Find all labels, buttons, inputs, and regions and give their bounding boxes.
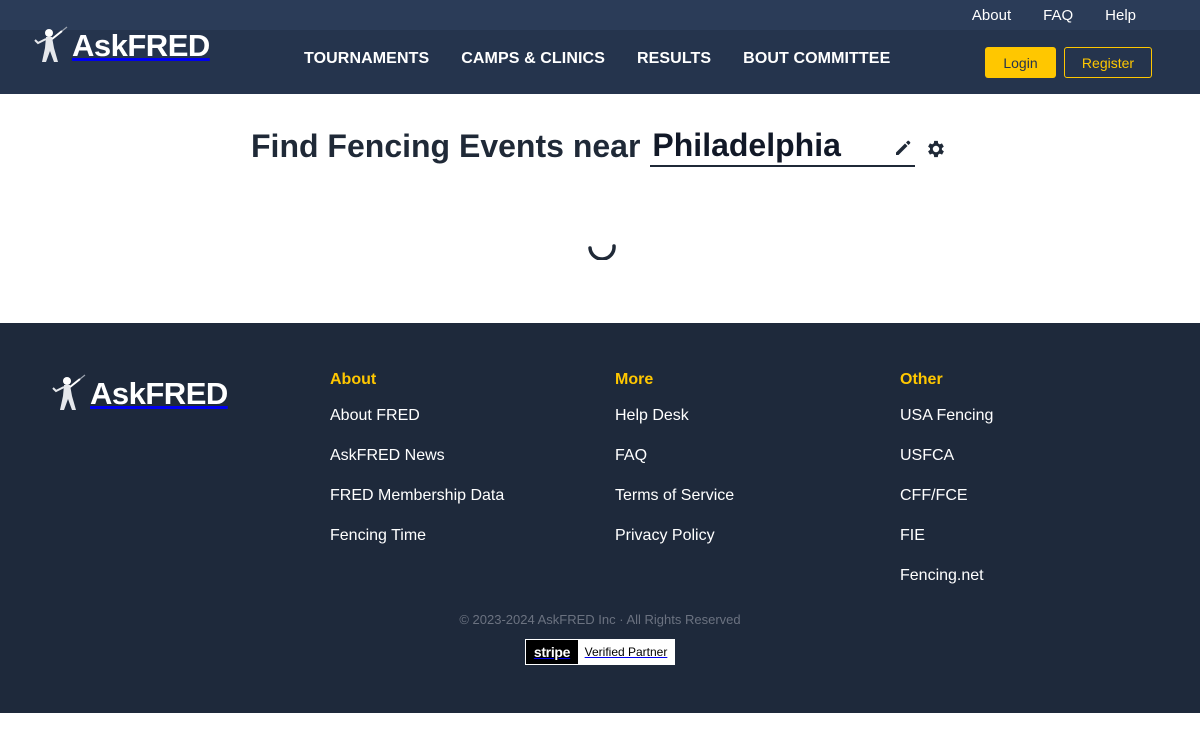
footer-heading: About (330, 371, 377, 388)
site-footer: AskFRED About About FRED AskFRED News FR… (0, 323, 1200, 713)
fencer-logo-icon (52, 374, 86, 410)
nav-tournaments[interactable]: TOURNAMENTS (304, 50, 429, 68)
login-button[interactable]: Login (985, 47, 1056, 78)
footer-link-fie[interactable]: FIE (900, 526, 993, 546)
utility-nav: About FAQ Help (972, 0, 1136, 30)
main-nav: TOURNAMENTS CAMPS & CLINICS RESULTS BOUT… (304, 50, 890, 68)
stripe-badge-label: Verified Partner (578, 640, 674, 664)
site-logo[interactable]: AskFRED (32, 26, 210, 66)
nav-camps-clinics[interactable]: CAMPS & CLINICS (461, 50, 605, 68)
util-nav-faq[interactable]: FAQ (1043, 7, 1073, 24)
nav-bout-committee[interactable]: BOUT COMMITTEE (743, 50, 890, 68)
footer-column-more: More Help Desk FAQ Terms of Service Priv… (615, 371, 734, 566)
loading-spinner-icon (588, 244, 616, 260)
footer-logo-text: AskFRED (90, 376, 228, 411)
location-field (650, 126, 916, 167)
nav-results[interactable]: RESULTS (637, 50, 711, 68)
footer-heading: Other (900, 371, 943, 388)
location-input[interactable] (652, 126, 883, 164)
footer-link-fencing-net[interactable]: Fencing.net (900, 566, 993, 586)
footer-link-askfred-news[interactable]: AskFRED News (330, 446, 504, 466)
footer-link-fencing-time[interactable]: Fencing Time (330, 526, 504, 546)
footer-link-usfca[interactable]: USFCA (900, 446, 993, 466)
stripe-logo: stripe (526, 640, 578, 664)
site-header: About FAQ Help AskFRED TOURNAMENTS CAMPS… (0, 0, 1200, 94)
footer-heading: More (615, 371, 654, 388)
page-title: Find Fencing Events near (251, 128, 641, 164)
footer-link-cff-fce[interactable]: CFF/FCE (900, 486, 993, 506)
footer-link-faq[interactable]: FAQ (615, 446, 734, 466)
logo-text: AskFRED (72, 28, 210, 63)
copyright-text: © 2023-2024 AskFRED Inc · All Rights Res… (459, 612, 741, 627)
footer-column-other: Other USA Fencing USFCA CFF/FCE FIE Fenc… (900, 371, 993, 606)
footer-link-membership-data[interactable]: FRED Membership Data (330, 486, 504, 506)
util-nav-about[interactable]: About (972, 7, 1011, 24)
footer-link-help-desk[interactable]: Help Desk (615, 406, 734, 426)
fencer-logo-icon (34, 26, 68, 62)
footer-link-usa-fencing[interactable]: USA Fencing (900, 406, 993, 426)
footer-logo[interactable]: AskFRED (50, 374, 228, 414)
stripe-verified-badge[interactable]: stripe Verified Partner (525, 639, 675, 665)
register-button[interactable]: Register (1064, 47, 1152, 78)
footer-link-privacy[interactable]: Privacy Policy (615, 526, 734, 546)
pencil-edit-icon[interactable] (893, 138, 913, 158)
event-finder: Find Fencing Events near (251, 126, 947, 167)
footer-link-terms[interactable]: Terms of Service (615, 486, 734, 506)
util-nav-help[interactable]: Help (1105, 7, 1136, 24)
footer-link-about-fred[interactable]: About FRED (330, 406, 504, 426)
footer-column-about: About About FRED AskFRED News FRED Membe… (330, 371, 504, 566)
gear-icon[interactable] (925, 138, 947, 160)
